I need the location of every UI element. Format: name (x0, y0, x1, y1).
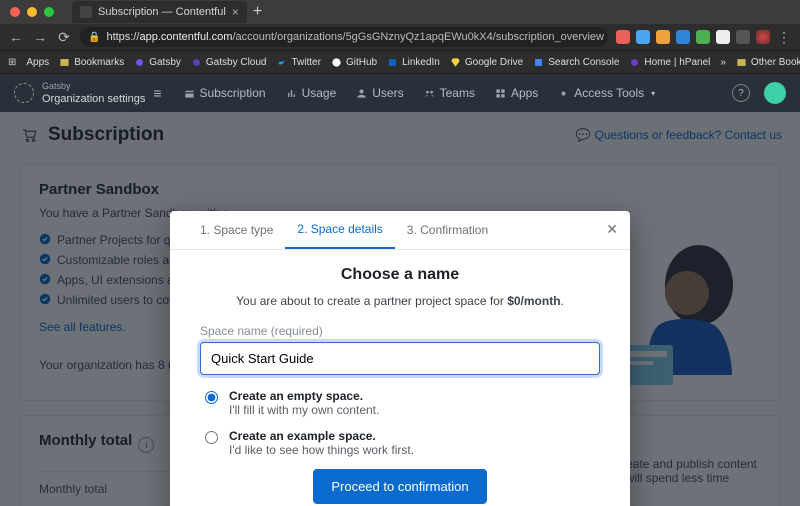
org-sub: Organization settings (42, 93, 145, 105)
close-modal-icon[interactable]: ✕ (606, 221, 618, 238)
app-header: Gatsby Organization settings ≡ Subscripti… (0, 74, 800, 112)
modal-subtext: You are about to create a partner projec… (200, 294, 600, 308)
extension-row: ⋮ (616, 29, 792, 46)
extension-icon[interactable] (696, 30, 710, 44)
help-icon[interactable]: ? (732, 84, 750, 102)
bookmark-item[interactable]: Home | hPanel (629, 57, 710, 68)
browser-toolbar: ← → ⟳ 🔒 https://app.contentful.com/accou… (0, 24, 800, 50)
extension-icon[interactable] (616, 30, 630, 44)
puzzle-icon[interactable] (736, 30, 750, 44)
new-tab-button[interactable]: + (247, 3, 268, 21)
avatar[interactable] (764, 82, 786, 104)
step-space-type[interactable]: 1. Space type (188, 212, 285, 248)
nav-users[interactable]: Users (356, 86, 403, 100)
radio-input[interactable] (205, 431, 218, 444)
window-titlebar: Subscription — Contentful × + (0, 0, 800, 24)
close-tab-icon[interactable]: × (232, 5, 239, 19)
extension-icon[interactable] (676, 30, 690, 44)
bookmark-item[interactable]: Twitter (276, 57, 320, 68)
browser-tab[interactable]: Subscription — Contentful × (72, 1, 247, 23)
tab-title: Subscription — Contentful (98, 6, 226, 18)
org-logo-icon (14, 83, 34, 103)
step-space-details[interactable]: 2. Space details (285, 211, 394, 249)
extension-icon[interactable] (656, 30, 670, 44)
create-space-modal: 1. Space type 2. Space details 3. Confir… (170, 211, 630, 506)
space-name-label: Space name (required) (200, 324, 600, 338)
lock-icon: 🔒 (88, 32, 100, 43)
bookmark-item[interactable]: Search Console (533, 57, 619, 68)
bookmark-item[interactable]: Google Drive (450, 57, 523, 68)
modal-heading: Choose a name (200, 266, 600, 284)
modal-steps: 1. Space type 2. Space details 3. Confir… (170, 211, 630, 250)
radio-input[interactable] (205, 391, 218, 404)
address-bar[interactable]: 🔒 https://app.contentful.com/account/org… (80, 27, 608, 47)
step-confirmation[interactable]: 3. Confirmation (395, 212, 500, 248)
bookmark-overflow[interactable]: » (720, 57, 726, 68)
apps-button[interactable]: Apps (26, 57, 49, 68)
extension-icon[interactable] (636, 30, 650, 44)
kebab-menu-icon[interactable]: ⋮ (776, 29, 792, 46)
page-body: Subscription 💬 Questions or feedback? Co… (0, 112, 800, 506)
chevron-down-icon: ▾ (651, 89, 655, 98)
traffic-lights (10, 7, 54, 17)
radio-example-space[interactable]: Create an example space.I'd like to see … (200, 429, 600, 457)
bookmarks-bar: ⊞ Apps Bookmarks Gatsby Gatsby Cloud Twi… (0, 50, 800, 74)
nav-teams[interactable]: Teams (424, 86, 475, 100)
app-nav: Subscription Usage Users Teams Apps Acce… (184, 86, 656, 100)
space-name-input[interactable] (200, 342, 600, 375)
org-name: Gatsby (42, 82, 145, 91)
bookmark-item[interactable]: LinkedIn (387, 57, 440, 68)
other-bookmarks[interactable]: Other Bookmarks (736, 57, 800, 68)
favicon-icon (80, 6, 92, 18)
bookmark-item[interactable]: Gatsby (134, 57, 181, 68)
flag-icon[interactable] (756, 30, 770, 44)
nav-apps[interactable]: Apps (495, 86, 538, 100)
bookmark-item[interactable]: GitHub (331, 57, 377, 68)
radio-empty-space[interactable]: Create an empty space.I'll fill it with … (200, 389, 600, 417)
extension-icon[interactable] (716, 30, 730, 44)
hamburger-icon[interactable]: ≡ (153, 85, 161, 101)
space-type-radios: Create an empty space.I'll fill it with … (200, 389, 600, 457)
close-window-dot[interactable] (10, 7, 20, 17)
url-host: app.contentful.com (139, 31, 232, 43)
nav-subscription[interactable]: Subscription (184, 86, 266, 100)
bookmark-item[interactable]: Bookmarks (59, 57, 124, 68)
back-icon[interactable]: ← (8, 29, 24, 45)
nav-usage[interactable]: Usage (286, 86, 337, 100)
apps-grid-icon[interactable]: ⊞ (8, 57, 16, 68)
proceed-button[interactable]: Proceed to confirmation (313, 469, 486, 504)
forward-icon[interactable]: → (32, 29, 48, 45)
org-switcher[interactable]: Gatsby Organization settings ≡ (14, 82, 162, 105)
minimize-window-dot[interactable] (27, 7, 37, 17)
fullscreen-window-dot[interactable] (44, 7, 54, 17)
bookmark-item[interactable]: Gatsby Cloud (191, 57, 267, 68)
reload-icon[interactable]: ⟳ (56, 29, 72, 46)
url-path: /account/organizations/5gGsGNznyQz1apqEW… (232, 31, 604, 43)
nav-access-tools[interactable]: Access Tools▾ (558, 86, 655, 100)
